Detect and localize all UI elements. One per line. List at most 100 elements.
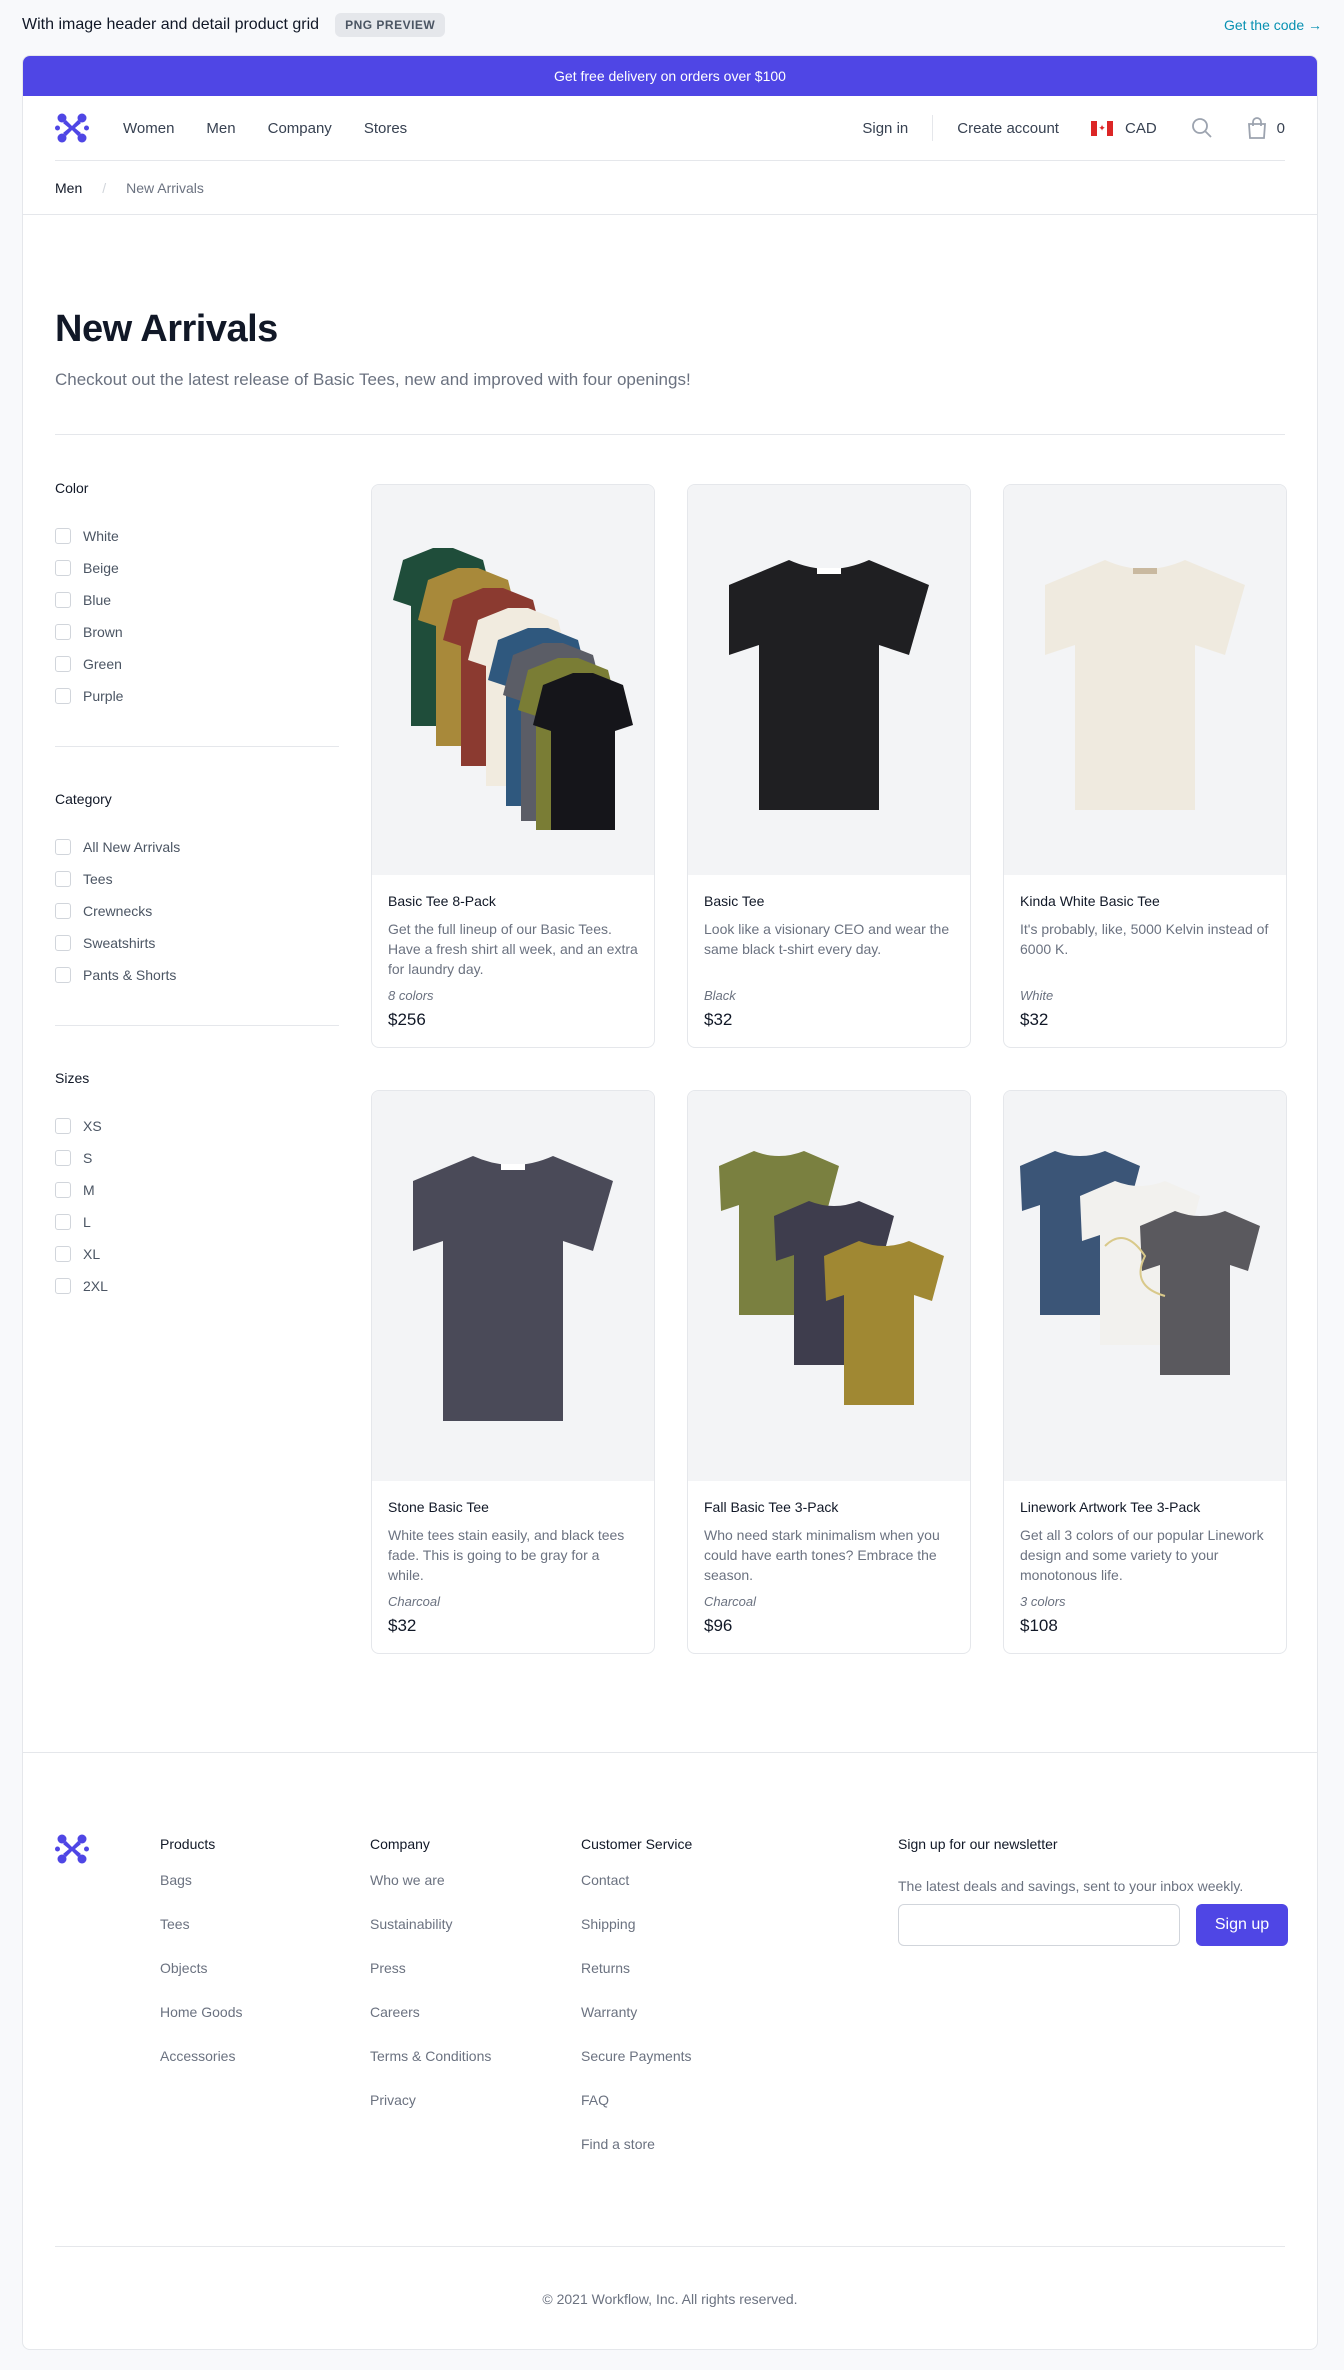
- footer-link[interactable]: Warranty: [581, 2004, 692, 2048]
- product-card[interactable]: Stone Basic Tee White tees stain easily,…: [371, 1090, 655, 1654]
- sign-up-button[interactable]: Sign up: [1196, 1904, 1288, 1946]
- product-name[interactable]: Kinda White Basic Tee: [1020, 893, 1270, 909]
- footer-link[interactable]: FAQ: [581, 2092, 692, 2136]
- product-name[interactable]: Basic Tee: [704, 893, 954, 909]
- filter-option[interactable]: XL: [55, 1238, 339, 1270]
- footer-link[interactable]: Shipping: [581, 1916, 692, 1960]
- footer-link[interactable]: Sustainability: [370, 1916, 491, 1960]
- nav-women[interactable]: Women: [123, 120, 174, 137]
- breadcrumb-men[interactable]: Men: [55, 180, 82, 196]
- checkbox[interactable]: [55, 839, 71, 855]
- checkbox[interactable]: [55, 1118, 71, 1134]
- filter-option[interactable]: All New Arrivals: [55, 831, 339, 863]
- filter-option[interactable]: Beige: [55, 552, 339, 584]
- checkbox[interactable]: [55, 1150, 71, 1166]
- search-icon[interactable]: [1191, 117, 1213, 139]
- product-price: $32: [704, 1010, 733, 1029]
- footer-link[interactable]: Privacy: [370, 2092, 491, 2136]
- checkbox[interactable]: [55, 560, 71, 576]
- filter-option[interactable]: Tees: [55, 863, 339, 895]
- footer-link[interactable]: Secure Payments: [581, 2048, 692, 2092]
- product-price: $256: [388, 1010, 426, 1029]
- filter-option[interactable]: L: [55, 1206, 339, 1238]
- filter-option[interactable]: Crewnecks: [55, 895, 339, 927]
- product-name[interactable]: Stone Basic Tee: [388, 1499, 638, 1515]
- newsletter-email-input[interactable]: [898, 1904, 1180, 1946]
- product-info: Kinda White Basic Tee It's probably, lik…: [1004, 875, 1286, 997]
- filter-option[interactable]: Green: [55, 648, 339, 680]
- filter-option[interactable]: Pants & Shorts: [55, 959, 339, 991]
- filter-option[interactable]: Sweatshirts: [55, 927, 339, 959]
- filter-option[interactable]: 2XL: [55, 1270, 339, 1302]
- footer-link[interactable]: Tees: [160, 1916, 242, 1960]
- footer-logo-icon[interactable]: [55, 1832, 89, 1866]
- filter-option[interactable]: M: [55, 1174, 339, 1206]
- cart-count: 0: [1276, 119, 1285, 137]
- filter-option[interactable]: Purple: [55, 680, 339, 712]
- breadcrumb-current[interactable]: New Arrivals: [126, 180, 204, 196]
- filter-option[interactable]: Brown: [55, 616, 339, 648]
- product-image: [1004, 485, 1286, 875]
- checkbox[interactable]: [55, 1278, 71, 1294]
- nav-stores[interactable]: Stores: [364, 120, 407, 137]
- nav-company[interactable]: Company: [268, 120, 332, 137]
- footer-link[interactable]: Terms & Conditions: [370, 2048, 491, 2092]
- checkbox[interactable]: [55, 624, 71, 640]
- footer-link[interactable]: Press: [370, 1960, 491, 2004]
- shopping-bag-icon: [1247, 117, 1266, 139]
- product-options: Charcoal: [388, 1594, 441, 1609]
- product-image: [688, 1091, 970, 1481]
- product-card[interactable]: Basic Tee Look like a visionary CEO and …: [687, 484, 971, 1048]
- create-account-link[interactable]: Create account: [957, 120, 1059, 137]
- footer-link[interactable]: Objects: [160, 1960, 242, 2004]
- product-card[interactable]: Kinda White Basic Tee It's probably, lik…: [1003, 484, 1287, 1048]
- footer-link[interactable]: Bags: [160, 1872, 242, 1916]
- currency-selector[interactable]: CAD: [1125, 120, 1157, 137]
- footer-link[interactable]: Contact: [581, 1872, 692, 1916]
- filter-option[interactable]: White: [55, 520, 339, 552]
- workflow-logo-icon[interactable]: [55, 111, 89, 145]
- filter-label: 2XL: [83, 1278, 108, 1294]
- filter-option[interactable]: XS: [55, 1110, 339, 1142]
- checkbox[interactable]: [55, 528, 71, 544]
- filter-label: Blue: [83, 592, 112, 608]
- filters-sidebar: Color White Beige Blue Brown Green Purpl…: [55, 480, 339, 1302]
- checkbox[interactable]: [55, 871, 71, 887]
- filter-category-title: Category: [55, 791, 112, 807]
- footer-link[interactable]: Accessories: [160, 2048, 242, 2092]
- checkbox[interactable]: [55, 967, 71, 983]
- footer-link[interactable]: Find a store: [581, 2136, 692, 2180]
- filter-option[interactable]: S: [55, 1142, 339, 1174]
- page-subtitle: Checkout out the latest release of Basic…: [55, 370, 691, 389]
- checkbox[interactable]: [55, 935, 71, 951]
- footer-link[interactable]: Who we are: [370, 1872, 491, 1916]
- checkbox[interactable]: [55, 903, 71, 919]
- product-name[interactable]: Fall Basic Tee 3-Pack: [704, 1499, 954, 1515]
- checkbox[interactable]: [55, 688, 71, 704]
- filter-label: Brown: [83, 624, 123, 640]
- checkbox[interactable]: [55, 592, 71, 608]
- product-price: $32: [1020, 1010, 1049, 1029]
- product-price: $32: [388, 1616, 417, 1635]
- nav-men[interactable]: Men: [206, 120, 235, 137]
- product-name[interactable]: Basic Tee 8-Pack: [388, 893, 638, 909]
- product-description: Look like a visionary CEO and wear the s…: [704, 921, 950, 957]
- filter-option[interactable]: Blue: [55, 584, 339, 616]
- footer-link[interactable]: Careers: [370, 2004, 491, 2048]
- product-card[interactable]: Fall Basic Tee 3-Pack Who need stark min…: [687, 1090, 971, 1654]
- product-name[interactable]: Linework Artwork Tee 3-Pack: [1020, 1499, 1270, 1515]
- checkbox[interactable]: [55, 1246, 71, 1262]
- checkbox[interactable]: [55, 1214, 71, 1230]
- product-card[interactable]: Basic Tee 8-Pack Get the full lineup of …: [371, 484, 655, 1048]
- preview-title-group: With image header and detail product gri…: [22, 13, 446, 37]
- cart-button[interactable]: 0: [1247, 117, 1285, 139]
- footer-link[interactable]: Returns: [581, 1960, 692, 2004]
- canada-flag-icon[interactable]: ✦: [1090, 120, 1113, 136]
- checkbox[interactable]: [55, 656, 71, 672]
- footer-link[interactable]: Home Goods: [160, 2004, 242, 2048]
- checkbox[interactable]: [55, 1182, 71, 1198]
- nav-divider: [932, 115, 934, 141]
- sign-in-link[interactable]: Sign in: [862, 120, 908, 137]
- get-code-link[interactable]: Get the code →: [1224, 17, 1322, 33]
- product-card[interactable]: Linework Artwork Tee 3-Pack Get all 3 co…: [1003, 1090, 1287, 1654]
